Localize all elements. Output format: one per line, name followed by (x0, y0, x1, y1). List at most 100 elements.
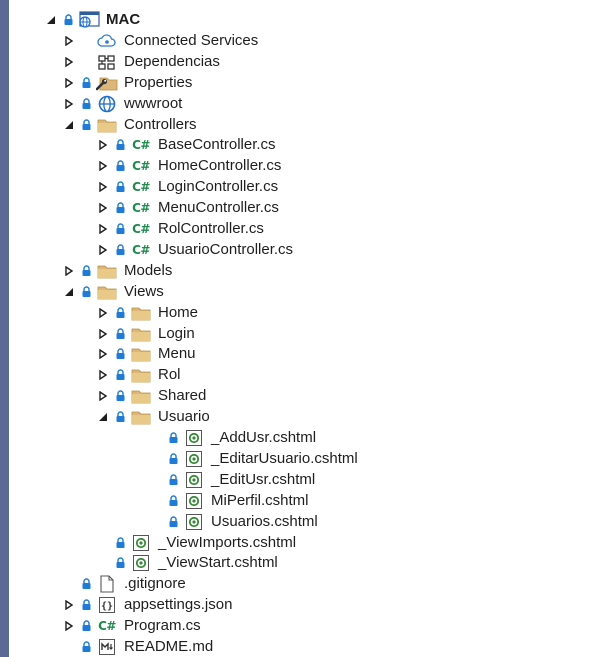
tree-item-label: Models (124, 261, 173, 279)
project-icon (77, 10, 101, 30)
tree-item-project-mac[interactable]: MAC (44, 10, 140, 30)
tree-item-program[interactable]: C# Program.cs (62, 616, 201, 636)
tree-item-rol-controller[interactable]: C# RolController.cs (96, 219, 264, 239)
tree-item-wwwroot[interactable]: wwwroot (62, 94, 182, 114)
lock-icon (80, 595, 92, 615)
tree-item-views-menu[interactable]: Menu (96, 344, 196, 364)
tree-item-edit-usr-view[interactable]: _EditUsr.cshtml (149, 470, 315, 490)
collapse-arrow-icon[interactable] (62, 261, 76, 281)
collapse-arrow-icon[interactable] (96, 135, 110, 155)
lock-icon (114, 533, 126, 553)
lock-icon (167, 512, 179, 532)
collapse-arrow-icon[interactable] (62, 94, 76, 114)
lock-icon (167, 449, 179, 469)
collapse-arrow-icon[interactable] (96, 156, 110, 176)
tree-item-controllers[interactable]: Controllers (62, 115, 197, 135)
collapse-arrow-icon[interactable] (62, 31, 76, 51)
collapse-arrow-icon[interactable] (96, 386, 110, 406)
lock-icon (80, 73, 92, 93)
folder-icon (129, 303, 153, 323)
collapse-arrow-icon[interactable] (96, 198, 110, 218)
lock-icon (167, 470, 179, 490)
expand-arrow-icon[interactable] (62, 115, 76, 135)
tree-item-label: Views (124, 282, 164, 300)
lock-icon (114, 219, 126, 239)
folder-icon (129, 386, 153, 406)
globe-icon (95, 94, 119, 114)
lock-icon (114, 303, 126, 323)
lock-icon (114, 407, 126, 427)
tree-item-home-controller[interactable]: C# HomeController.cs (96, 156, 281, 176)
tree-item-models[interactable]: Models (62, 261, 172, 281)
tree-item-appsettings[interactable]: {} appsettings.json (62, 595, 232, 615)
collapse-arrow-icon[interactable] (62, 616, 76, 636)
blank-file-icon (95, 574, 119, 594)
tree-item-views-usuario[interactable]: Usuario (96, 407, 210, 427)
collapse-arrow-icon[interactable] (96, 219, 110, 239)
tree-item-label: _EditUsr.cshtml (211, 470, 316, 488)
tree-item-views-rol[interactable]: Rol (96, 365, 181, 385)
tree-item-label: appsettings.json (124, 596, 233, 614)
collapse-arrow-icon[interactable] (96, 240, 110, 260)
collapse-arrow-icon[interactable] (96, 177, 110, 197)
tree-item-label: Home (158, 303, 199, 321)
tree-item-label: UsuarioController.cs (158, 240, 294, 258)
tree-item-label: Menu (158, 345, 196, 363)
folder-icon (95, 261, 119, 281)
tree-item-add-usr-view[interactable]: _AddUsr.cshtml (149, 428, 316, 448)
collapse-arrow-icon[interactable] (62, 52, 76, 72)
left-edge-bar (0, 0, 9, 657)
collapse-arrow-icon[interactable] (96, 344, 110, 364)
folder-icon (95, 115, 119, 135)
lock-icon (114, 324, 126, 344)
collapse-arrow-icon[interactable] (96, 365, 110, 385)
tree-item-gitignore[interactable]: .gitignore (62, 574, 186, 594)
expand-arrow-icon[interactable] (44, 10, 58, 30)
collapse-arrow-icon[interactable] (62, 595, 76, 615)
collapse-arrow-icon[interactable] (62, 73, 76, 93)
tree-item-editar-usuario-view[interactable]: _EditarUsuario.cshtml (149, 449, 358, 469)
razor-file-icon (182, 428, 206, 448)
tree-item-mi-perfil-view[interactable]: MiPerfil.cshtml (149, 491, 309, 511)
tree-item-dependencias[interactable]: Dependencias (62, 52, 220, 72)
tree-item-views-home[interactable]: Home (96, 303, 198, 323)
tree-item-properties[interactable]: Properties (62, 73, 192, 93)
lock-icon (114, 156, 126, 176)
tree-item-connected-services[interactable]: Connected Services (62, 31, 258, 51)
csharp-file-icon: C# (132, 138, 150, 153)
lock-icon (114, 135, 126, 155)
tree-item-label: Login (158, 324, 195, 342)
tree-item-menu-controller[interactable]: C# MenuController.cs (96, 198, 279, 218)
tree-item-label: Controllers (124, 115, 197, 133)
tree-item-view-start[interactable]: _ViewStart.cshtml (96, 553, 278, 573)
tree-item-label: Shared (158, 387, 207, 405)
lock-icon (167, 428, 179, 448)
collapse-arrow-icon[interactable] (96, 303, 110, 323)
tree-item-label: _AddUsr.cshtml (211, 429, 317, 446)
lock-icon (80, 261, 92, 281)
collapse-arrow-icon[interactable] (96, 324, 110, 344)
tree-item-usuarios-view[interactable]: Usuarios.cshtml (149, 512, 318, 532)
expand-arrow-icon[interactable] (62, 282, 76, 302)
tree-item-view-imports[interactable]: _ViewImports.cshtml (96, 533, 296, 553)
tree-item-views-login[interactable]: Login (96, 324, 195, 344)
lock-icon (114, 198, 126, 218)
tree-item-label: Usuarios.cshtml (211, 512, 318, 530)
tree-item-views[interactable]: Views (62, 282, 164, 302)
tree-item-usuario-controller[interactable]: C# UsuarioController.cs (96, 240, 293, 260)
tree-item-label: _ViewImports.cshtml (158, 533, 297, 551)
csharp-file-icon: C# (132, 242, 150, 257)
tree-item-login-controller[interactable]: C# LoginController.cs (96, 177, 278, 197)
csharp-file-icon: C# (132, 180, 150, 195)
tree-item-base-controller[interactable]: C# BaseController.cs (96, 135, 276, 155)
tree-item-readme[interactable]: README.md (62, 637, 213, 657)
expand-arrow-icon[interactable] (96, 407, 110, 427)
lock-icon (80, 115, 92, 135)
tree-item-views-shared[interactable]: Shared (96, 386, 206, 406)
